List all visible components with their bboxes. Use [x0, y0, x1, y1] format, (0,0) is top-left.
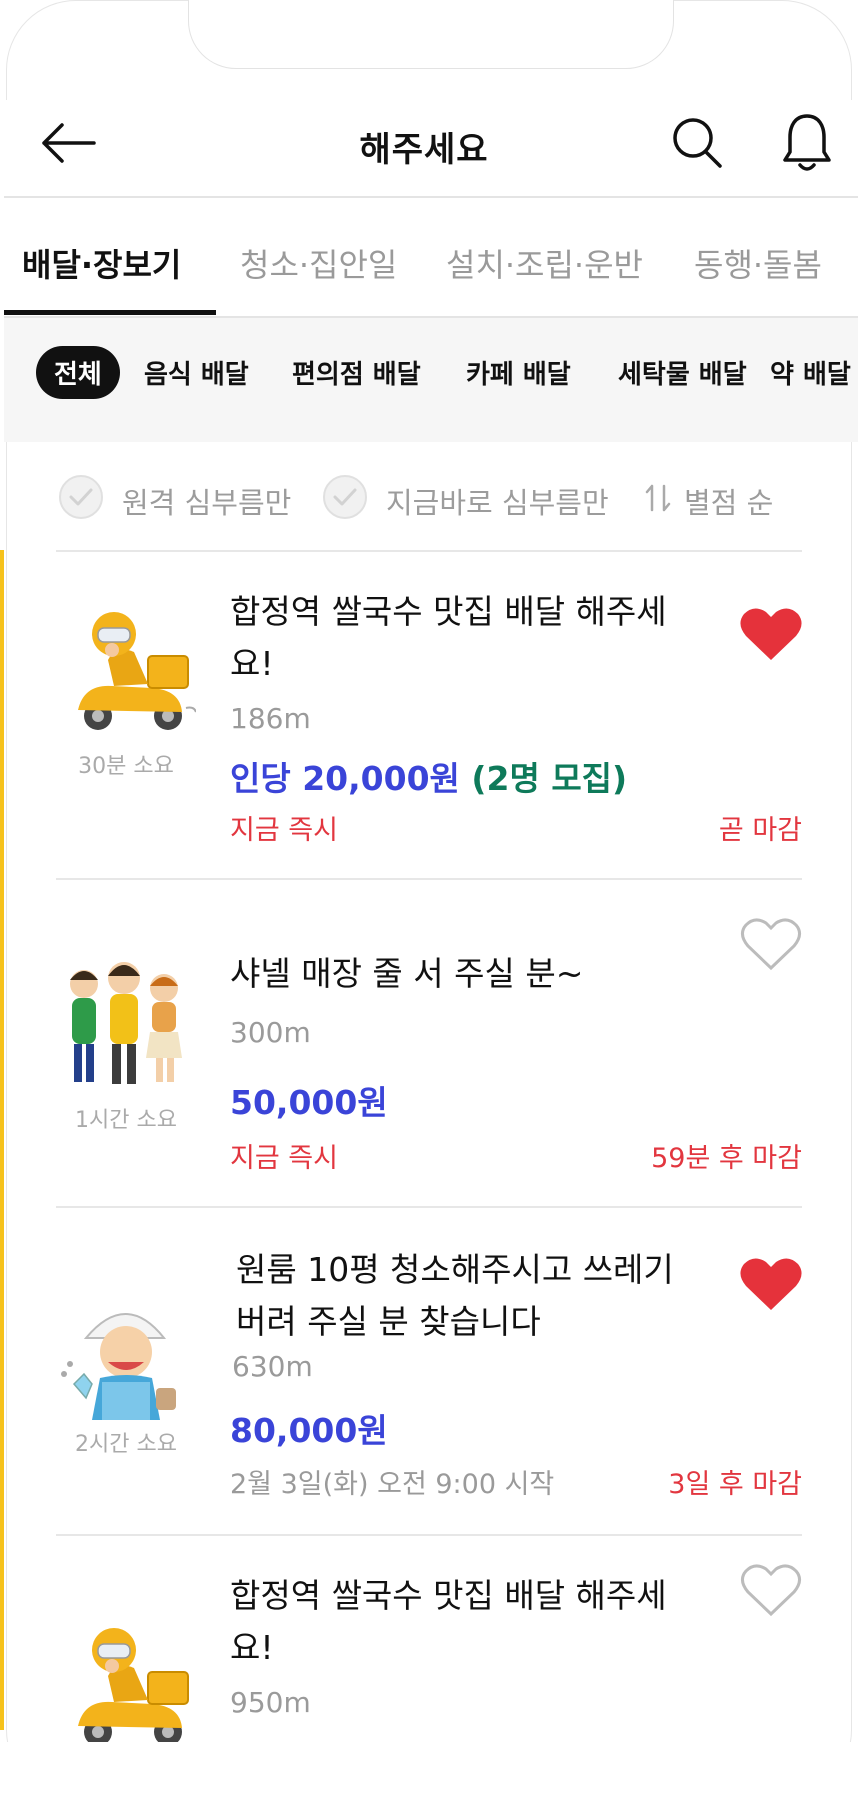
bottom-edge	[0, 1742, 858, 1806]
scooter-rider-icon	[78, 1628, 189, 1746]
chip-food-delivery[interactable]: 음식 배달	[144, 354, 249, 391]
heart-outline-icon[interactable]	[736, 910, 806, 980]
heart-filled-icon[interactable]	[736, 600, 806, 670]
listing-title: 합정역 쌀국수 맛집 배달 해주세요!	[230, 592, 667, 683]
distance-label: 186m	[230, 702, 311, 735]
tab-delivery-shopping[interactable]: 배달·장보기	[22, 240, 181, 286]
distance-label: 950m	[230, 1686, 311, 1719]
tab-companion-care[interactable]: 동행·돌봄	[694, 240, 822, 286]
sort-icon[interactable]	[644, 482, 672, 514]
search-icon[interactable]	[670, 112, 724, 172]
distance-label: 630m	[232, 1350, 313, 1383]
price-value: 80,000원	[230, 1411, 388, 1450]
remote-only-label[interactable]: 원격 심부름만	[122, 480, 291, 522]
cleaner-icon	[61, 1313, 176, 1420]
filter-bar: 원격 심부름만 지금바로 심부름만 별점 순	[0, 470, 858, 530]
chip-cafe-delivery[interactable]: 카페 배달	[466, 354, 571, 391]
timing-label: 지금 즉시	[230, 815, 338, 846]
duration-label: 1시간 소요	[75, 1108, 177, 1133]
category-tabs: 배달·장보기 청소·집안일 설치·조립·운반 동행·돌봄	[4, 198, 858, 318]
list-divider	[56, 1534, 802, 1536]
chip-all[interactable]: 전체	[36, 346, 120, 399]
timing-label: 2월 3일(화) 오전 9:00 시작	[230, 1469, 555, 1500]
list-divider	[56, 550, 802, 552]
chip-convenience-store-delivery[interactable]: 편의점 배달	[292, 354, 421, 391]
listing-title: 합정역 쌀국수 맛집 배달 해주세요!	[230, 1576, 667, 1667]
now-only-checkbox-icon[interactable]	[322, 474, 368, 520]
accent-line	[0, 550, 4, 1730]
listing-title: 원룸 10평 청소해주시고 쓰레기 버려 주실 분 찾습니다	[236, 1250, 674, 1341]
sort-label[interactable]: 별점 순	[684, 480, 773, 522]
heart-filled-icon[interactable]	[736, 1250, 806, 1320]
price-label: 인당 20,000원 (2명 모집)	[230, 752, 627, 800]
recruit-count: (2명 모집)	[471, 759, 628, 798]
deadline-label: 59분 후 마감	[651, 1143, 802, 1174]
remote-only-checkbox-icon[interactable]	[58, 474, 104, 520]
duration-label: 30분 소요	[78, 754, 174, 779]
distance-label: 300m	[230, 1016, 311, 1049]
scooter-rider-icon	[78, 612, 196, 730]
list-divider	[56, 878, 802, 880]
listing-title: 샤넬 매장 줄 서 주실 분~	[230, 954, 584, 993]
now-only-label[interactable]: 지금바로 심부름만	[386, 480, 609, 522]
app-bar: 해주세요	[4, 100, 858, 198]
tab-install-assemble-move[interactable]: 설치·조립·운반	[446, 240, 643, 286]
tab-cleaning-housework[interactable]: 청소·집안일	[240, 240, 397, 286]
phone-notch	[188, 0, 674, 69]
subcategory-chips: 전체 음식 배달 편의점 배달 카페 배달 세탁물 배달 약 배달	[4, 318, 858, 442]
timing-label: 지금 즉시	[230, 1143, 338, 1174]
chip-laundry-delivery[interactable]: 세탁물 배달	[618, 354, 747, 391]
chip-pharmacy-delivery[interactable]: 약 배달	[770, 354, 851, 391]
bell-icon[interactable]	[780, 110, 834, 174]
deadline-label: 곧 마감	[718, 815, 802, 846]
list-divider	[56, 1206, 802, 1208]
price-value: 50,000원	[230, 1083, 388, 1122]
price-value: 인당 20,000원	[230, 759, 460, 798]
people-queue-icon	[70, 962, 182, 1084]
duration-label: 2시간 소요	[75, 1432, 177, 1457]
deadline-label: 3일 후 마감	[668, 1469, 802, 1500]
active-tab-indicator	[4, 310, 216, 315]
heart-outline-icon[interactable]	[736, 1556, 806, 1626]
